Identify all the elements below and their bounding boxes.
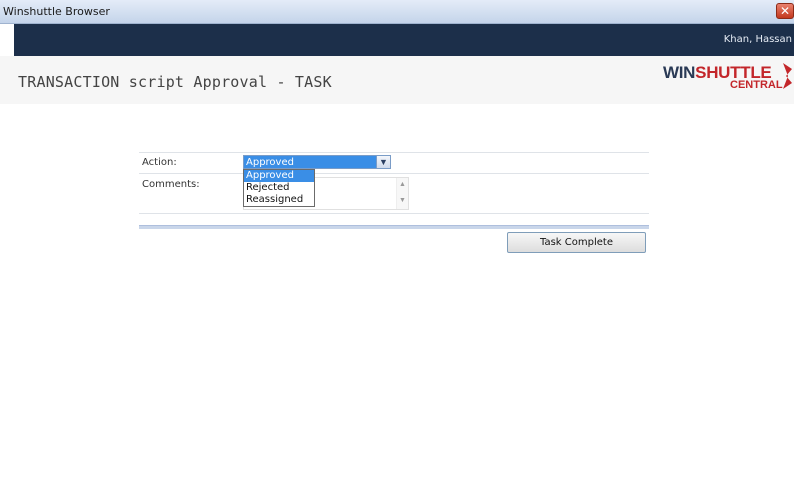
action-option-reassigned[interactable]: Reassigned — [244, 194, 314, 206]
page-header: TRANSACTION script Approval - TASK WINSH… — [0, 56, 794, 104]
scroll-up-icon[interactable]: ▲ — [399, 181, 406, 188]
page-title: TRANSACTION script Approval - TASK — [18, 73, 332, 91]
action-dropdown-list: Approved Rejected Reassigned — [243, 169, 315, 207]
action-option-approved[interactable]: Approved — [244, 170, 314, 182]
logo-mark-icon — [783, 63, 792, 89]
window-titlebar: Winshuttle Browser ✕ — [0, 0, 794, 24]
comments-scrollbar[interactable]: ▲ ▼ — [396, 178, 408, 209]
user-bar: Khan, Hassan — [14, 24, 794, 56]
user-name[interactable]: Khan, Hassan — [724, 34, 792, 45]
logo-wordmark-win: WIN — [663, 63, 696, 82]
scroll-down-icon[interactable]: ▼ — [399, 197, 406, 204]
winshuttle-central-logo: WINSHUTTLE CENTRAL — [663, 63, 794, 97]
action-row: Action: Approved ▼ Approved Rejected Rea… — [139, 152, 649, 207]
logo-subtitle: CENTRAL — [730, 79, 783, 91]
action-option-rejected[interactable]: Rejected — [244, 182, 314, 194]
task-complete-button[interactable]: Task Complete — [507, 232, 646, 253]
form-divider — [139, 225, 649, 229]
window-title: Winshuttle Browser — [3, 5, 110, 18]
close-icon[interactable]: ✕ — [776, 3, 794, 19]
chevron-down-icon[interactable]: ▼ — [376, 156, 390, 168]
action-label: Action: — [142, 157, 177, 168]
action-select[interactable]: Approved ▼ — [243, 155, 391, 169]
form-row-separator — [139, 213, 649, 214]
comments-label: Comments: — [142, 179, 200, 190]
comments-row: Comments: ▲ ▼ — [139, 173, 649, 210]
action-select-value: Approved — [246, 157, 294, 168]
